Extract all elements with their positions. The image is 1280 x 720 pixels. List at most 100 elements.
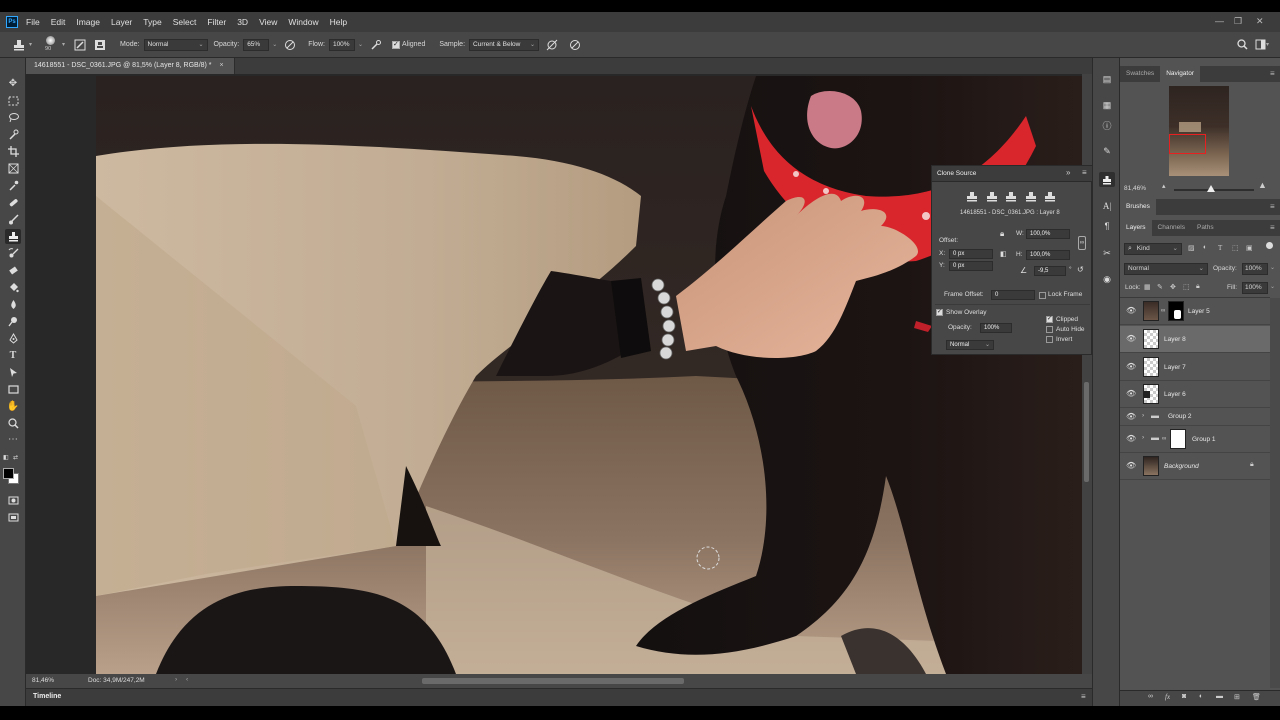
overlay-blend-dropdown[interactable]: Normal ⌄: [946, 340, 994, 350]
panel-menu-icon[interactable]: ≡: [1082, 168, 1087, 177]
properties-panel-icon[interactable]: ▦: [1099, 98, 1115, 113]
menu-image[interactable]: Image: [76, 17, 100, 27]
opacity-slider-chevron-icon[interactable]: ⌄: [272, 41, 277, 48]
navigator-thumbnail[interactable]: [1169, 86, 1229, 176]
navigator-view-box[interactable]: [1169, 134, 1206, 154]
flow-field[interactable]: 100%: [328, 38, 355, 51]
canvas-vertical-scrollbar[interactable]: [1082, 74, 1092, 674]
quick-selection-tool-icon[interactable]: [5, 127, 21, 142]
close-icon[interactable]: ✕: [1256, 16, 1264, 27]
lock-frame-checkbox[interactable]: [1039, 292, 1046, 299]
brush-chevron-icon[interactable]: ▾: [62, 41, 65, 48]
photoshop-logo[interactable]: Ps: [6, 16, 18, 28]
lock-image-icon[interactable]: ✎: [1157, 283, 1163, 291]
collapse-panel-icon[interactable]: »: [1066, 168, 1070, 177]
quick-mask-icon[interactable]: [5, 493, 21, 508]
eyedropper-tool-icon[interactable]: [5, 178, 21, 193]
layer-row-layer-7[interactable]: 👁︎ Layer 7: [1120, 354, 1270, 381]
more-tools-icon[interactable]: ⋯: [5, 434, 21, 445]
y-offset-field[interactable]: 0 px: [949, 261, 993, 271]
filter-adjustment-icon[interactable]: ◐: [1203, 244, 1207, 251]
filter-type-icon[interactable]: T: [1218, 244, 1222, 252]
visibility-eye-icon[interactable]: 👁︎: [1126, 363, 1136, 371]
crop-tool-icon[interactable]: [5, 144, 21, 159]
layers-menu-icon[interactable]: ≡: [1270, 223, 1275, 232]
group-mask-thumbnail[interactable]: [1170, 429, 1186, 449]
menu-type[interactable]: Type: [143, 17, 161, 27]
layer-opacity-field[interactable]: 100%: [1242, 263, 1268, 275]
clone-source-5-icon[interactable]: [1044, 191, 1056, 203]
visibility-eye-icon[interactable]: 👁︎: [1126, 390, 1136, 398]
history-brush-tool-icon[interactable]: [5, 246, 21, 261]
styles-panel-icon[interactable]: ◉: [1099, 272, 1115, 287]
layer-row-layer-5[interactable]: 👁︎ ∞ Layer 5: [1120, 298, 1270, 325]
visibility-eye-icon[interactable]: 👁︎: [1126, 462, 1136, 470]
lock-transparent-icon[interactable]: ▦: [1144, 283, 1151, 291]
layer-row-layer-8[interactable]: 👁︎ Layer 8: [1120, 326, 1270, 353]
aligned-checkbox[interactable]: ✓: [391, 40, 400, 49]
navigator-zoom-handle[interactable]: [1207, 185, 1215, 192]
clipped-checkbox[interactable]: ✓: [1046, 316, 1053, 323]
add-mask-icon[interactable]: ◙: [1182, 693, 1186, 700]
paragraph-panel-icon[interactable]: ¶: [1099, 218, 1115, 233]
paint-bucket-tool-icon[interactable]: [5, 280, 21, 295]
tab-channels[interactable]: Channels: [1152, 220, 1191, 236]
blur-tool-icon[interactable]: [5, 297, 21, 312]
flip-horizontal-icon[interactable]: ◧: [1000, 250, 1007, 258]
layer-mask-thumbnail[interactable]: [1168, 301, 1184, 321]
visibility-eye-icon[interactable]: 👁︎: [1126, 307, 1136, 315]
visibility-eye-icon[interactable]: 👁︎: [1126, 435, 1136, 443]
filter-shape-icon[interactable]: ⬚: [1232, 244, 1239, 252]
new-layer-icon[interactable]: ⊞: [1234, 693, 1240, 701]
tab-paths[interactable]: Paths: [1191, 220, 1220, 236]
clone-source-panel-icon[interactable]: [1099, 172, 1115, 187]
tab-navigator[interactable]: Navigator: [1160, 66, 1201, 82]
expand-chevron-icon[interactable]: ›: [1142, 434, 1144, 441]
mode-dropdown[interactable]: Normal ⌄: [143, 38, 208, 51]
pen-tool-icon[interactable]: [5, 331, 21, 346]
airbrush-icon[interactable]: [369, 38, 383, 52]
lock-artboard-icon[interactable]: ⬚: [1183, 283, 1190, 291]
layer-row-background[interactable]: 👁︎ Background 🔒︎: [1120, 453, 1270, 480]
marquee-tool-icon[interactable]: [5, 93, 21, 108]
layers-scrollbar[interactable]: [1270, 298, 1280, 688]
visibility-eye-icon[interactable]: 👁︎: [1126, 413, 1136, 421]
pressure-opacity-icon[interactable]: [283, 38, 297, 52]
navigator-zoom-value[interactable]: 81,46%: [1124, 185, 1146, 192]
layer-row-layer-6[interactable]: 👁︎ Layer 6: [1120, 381, 1270, 408]
hand-tool-icon[interactable]: ✋: [5, 399, 21, 414]
aligned-option[interactable]: ✓ Aligned: [391, 40, 425, 49]
fill-field[interactable]: 100%: [1242, 282, 1268, 294]
clone-source-2-icon[interactable]: [986, 191, 998, 203]
healing-brush-tool-icon[interactable]: [5, 195, 21, 210]
reset-transform-icon[interactable]: ↺: [1077, 265, 1084, 274]
overlay-opacity-field[interactable]: 100%: [980, 323, 1012, 333]
layer-lock-icon[interactable]: 🔒︎: [1250, 461, 1254, 469]
frame-offset-field[interactable]: 0: [991, 290, 1035, 300]
clone-stamp-tool-icon[interactable]: [5, 229, 21, 244]
link-layers-icon[interactable]: ∞: [1148, 693, 1153, 700]
menu-layer[interactable]: Layer: [111, 17, 132, 27]
type-tool-icon[interactable]: T: [5, 348, 21, 363]
brushes-menu-icon[interactable]: ≡: [1270, 202, 1275, 211]
frame-tool-icon[interactable]: [5, 161, 21, 176]
tab-layers[interactable]: Layers: [1120, 220, 1152, 236]
opacity-field[interactable]: 65%: [243, 38, 270, 51]
zoom-out-icon[interactable]: ▴: [1162, 182, 1166, 190]
status-zoom[interactable]: 81,46%: [32, 677, 54, 684]
clone-source-4-icon[interactable]: [1025, 191, 1037, 203]
navigator-menu-icon[interactable]: ≡: [1270, 69, 1275, 78]
x-offset-field[interactable]: 0 px: [949, 249, 993, 259]
menu-view[interactable]: View: [259, 17, 277, 27]
lasso-tool-icon[interactable]: [5, 110, 21, 125]
clone-source-3-icon[interactable]: [1005, 191, 1017, 203]
screen-mode-icon[interactable]: [5, 510, 21, 525]
brush-settings-icon[interactable]: [73, 38, 87, 52]
layer-blend-mode-dropdown[interactable]: Normal ⌄: [1124, 263, 1208, 275]
filter-smart-object-icon[interactable]: ▣: [1246, 244, 1253, 252]
preset-chevron-icon[interactable]: ▾: [29, 41, 32, 48]
zoom-in-icon[interactable]: ▲: [1258, 180, 1267, 190]
minimize-icon[interactable]: —: [1215, 16, 1224, 26]
zoom-tool-icon[interactable]: [5, 416, 21, 431]
timeline-panel-tab[interactable]: Timeline ≡: [26, 688, 1092, 706]
